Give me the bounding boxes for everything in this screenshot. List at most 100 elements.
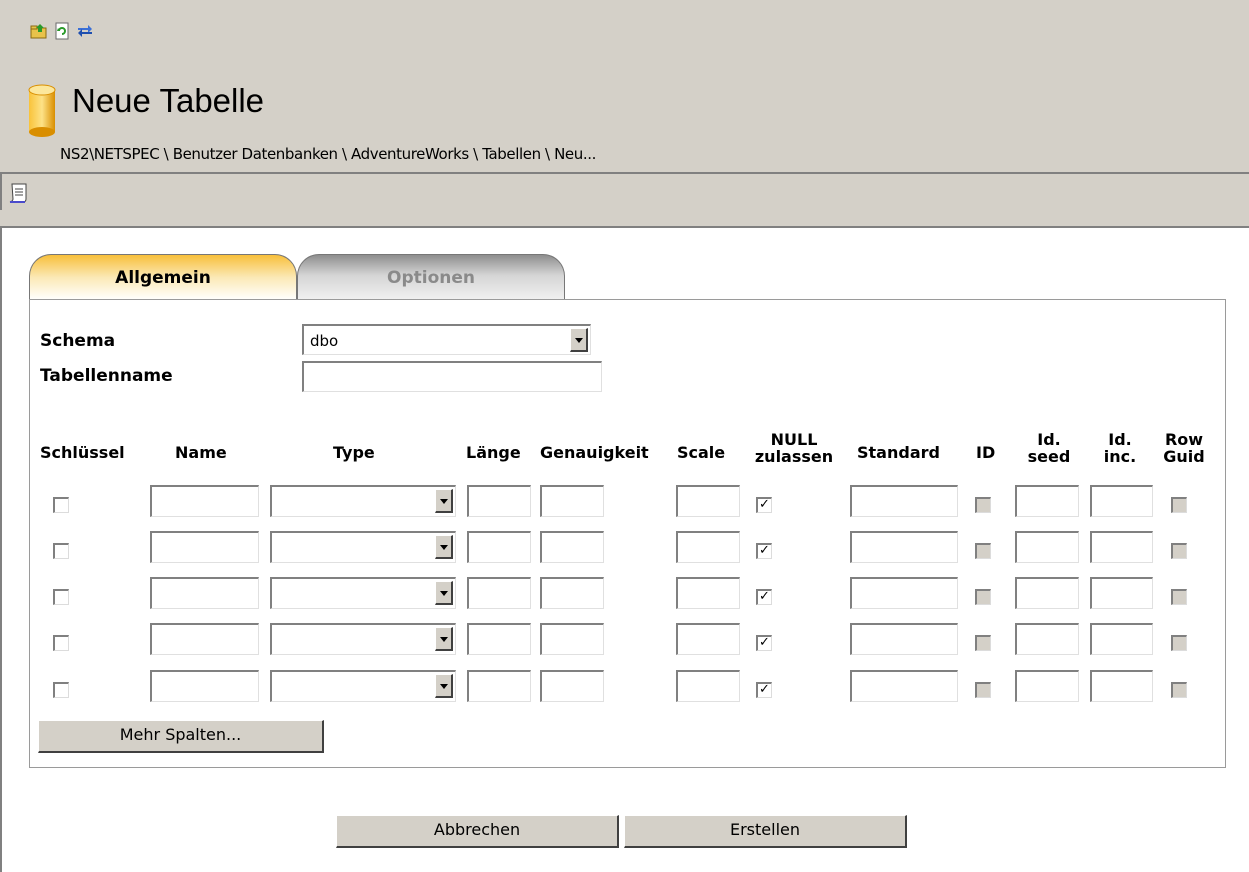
row-default-input[interactable] — [850, 485, 958, 517]
database-icon — [28, 84, 56, 138]
row-default-input[interactable] — [850, 577, 958, 609]
schema-select-value: dbo — [310, 332, 339, 350]
col-header-nullable-line2: zulassen — [754, 447, 834, 466]
breadcrumb: NS2\NETSPEC \ Benutzer Datenbanken \ Adv… — [60, 145, 596, 163]
cancel-button[interactable]: Abbrechen — [336, 815, 619, 848]
row-scale-input[interactable] — [676, 531, 740, 563]
row-key-checkbox[interactable] — [53, 497, 69, 513]
row-inc-input[interactable] — [1090, 531, 1153, 563]
row-name-input[interactable] — [150, 485, 259, 517]
row-rowguid-checkbox — [1171, 543, 1187, 559]
chevron-down-icon[interactable] — [435, 489, 453, 513]
row-inc-input[interactable] — [1090, 670, 1153, 702]
col-header-rowguid: Row Guid — [1161, 431, 1207, 465]
row-name-input[interactable] — [150, 670, 259, 702]
row-key-checkbox[interactable] — [53, 635, 69, 651]
row-scale-input[interactable] — [676, 623, 740, 655]
more-columns-button[interactable]: Mehr Spalten... — [38, 720, 324, 753]
col-header-nullable-line1: NULL — [770, 430, 818, 449]
row-type-select[interactable] — [270, 623, 456, 655]
row-nullable-checkbox[interactable]: ✓ — [756, 543, 772, 559]
col-header-key: Schlüssel — [40, 443, 125, 462]
col-header-default: Standard — [857, 443, 940, 462]
row-id-checkbox — [975, 682, 991, 698]
tab-allgemein[interactable]: Allgemein — [29, 254, 297, 300]
chevron-down-icon[interactable] — [435, 535, 453, 559]
row-precision-input[interactable] — [540, 670, 604, 702]
row-scale-input[interactable] — [676, 577, 740, 609]
page-title: Neue Tabelle — [72, 82, 265, 119]
row-key-checkbox[interactable] — [53, 543, 69, 559]
row-name-input[interactable] — [150, 623, 259, 655]
sync-icon[interactable] — [76, 22, 94, 40]
row-seed-input[interactable] — [1015, 623, 1079, 655]
row-nullable-checkbox[interactable]: ✓ — [756, 635, 772, 651]
row-inc-input[interactable] — [1090, 485, 1153, 517]
folder-up-icon[interactable] — [30, 22, 48, 40]
row-id-checkbox — [975, 589, 991, 605]
row-default-input[interactable] — [850, 670, 958, 702]
chevron-down-icon[interactable] — [435, 674, 453, 698]
row-length-input[interactable] — [467, 623, 531, 655]
row-length-input[interactable] — [467, 577, 531, 609]
row-id-checkbox — [975, 635, 991, 651]
row-rowguid-checkbox — [1171, 635, 1187, 651]
row-precision-input[interactable] — [540, 531, 604, 563]
row-length-input[interactable] — [467, 670, 531, 702]
tablename-input[interactable] — [302, 361, 602, 392]
col-header-length: Länge — [466, 443, 521, 462]
row-key-checkbox[interactable] — [53, 682, 69, 698]
col-header-rowguid-line1: Row — [1164, 430, 1204, 449]
col-header-id: ID — [976, 443, 996, 462]
col-header-precision: Genauigkeit — [540, 443, 649, 462]
row-key-checkbox[interactable] — [53, 589, 69, 605]
row-seed-input[interactable] — [1015, 577, 1079, 609]
create-button[interactable]: Erstellen — [624, 815, 907, 848]
chevron-down-icon[interactable] — [435, 581, 453, 605]
row-default-input[interactable] — [850, 623, 958, 655]
row-name-input[interactable] — [150, 577, 259, 609]
row-id-checkbox — [975, 497, 991, 513]
row-default-input[interactable] — [850, 531, 958, 563]
action-bar — [0, 172, 1249, 210]
row-inc-input[interactable] — [1090, 623, 1153, 655]
row-seed-input[interactable] — [1015, 670, 1079, 702]
row-nullable-checkbox[interactable]: ✓ — [756, 682, 772, 698]
row-precision-input[interactable] — [540, 485, 604, 517]
row-scale-input[interactable] — [676, 670, 740, 702]
row-rowguid-checkbox — [1171, 497, 1187, 513]
col-header-inc: Id. inc. — [1094, 431, 1146, 465]
script-icon[interactable] — [7, 181, 31, 205]
col-header-nullable: NULL zulassen — [746, 431, 842, 465]
row-seed-input[interactable] — [1015, 531, 1079, 563]
row-inc-input[interactable] — [1090, 577, 1153, 609]
row-name-input[interactable] — [150, 531, 259, 563]
col-header-scale: Scale — [677, 443, 726, 462]
row-precision-input[interactable] — [540, 577, 604, 609]
row-id-checkbox — [975, 543, 991, 559]
col-header-inc-line1: Id. — [1108, 430, 1132, 449]
row-seed-input[interactable] — [1015, 485, 1079, 517]
row-type-select[interactable] — [270, 485, 456, 517]
row-type-select[interactable] — [270, 577, 456, 609]
col-header-inc-line2: inc. — [1103, 447, 1137, 466]
chevron-down-icon[interactable] — [435, 627, 453, 651]
chevron-down-icon[interactable] — [570, 328, 588, 352]
tab-optionen[interactable]: Optionen — [297, 254, 565, 300]
row-rowguid-checkbox — [1171, 682, 1187, 698]
row-type-select[interactable] — [270, 531, 456, 563]
refresh-icon[interactable] — [53, 22, 71, 40]
col-header-seed-line1: Id. — [1037, 430, 1061, 449]
col-header-type: Type — [333, 443, 375, 462]
row-length-input[interactable] — [467, 485, 531, 517]
row-type-select[interactable] — [270, 670, 456, 702]
row-length-input[interactable] — [467, 531, 531, 563]
row-scale-input[interactable] — [676, 485, 740, 517]
schema-select[interactable]: dbo — [302, 324, 591, 355]
schema-label: Schema — [40, 331, 116, 351]
row-precision-input[interactable] — [540, 623, 604, 655]
col-header-seed-line2: seed — [1027, 447, 1071, 466]
row-nullable-checkbox[interactable]: ✓ — [756, 497, 772, 513]
tablename-label: Tabellenname — [40, 366, 173, 386]
row-nullable-checkbox[interactable]: ✓ — [756, 589, 772, 605]
